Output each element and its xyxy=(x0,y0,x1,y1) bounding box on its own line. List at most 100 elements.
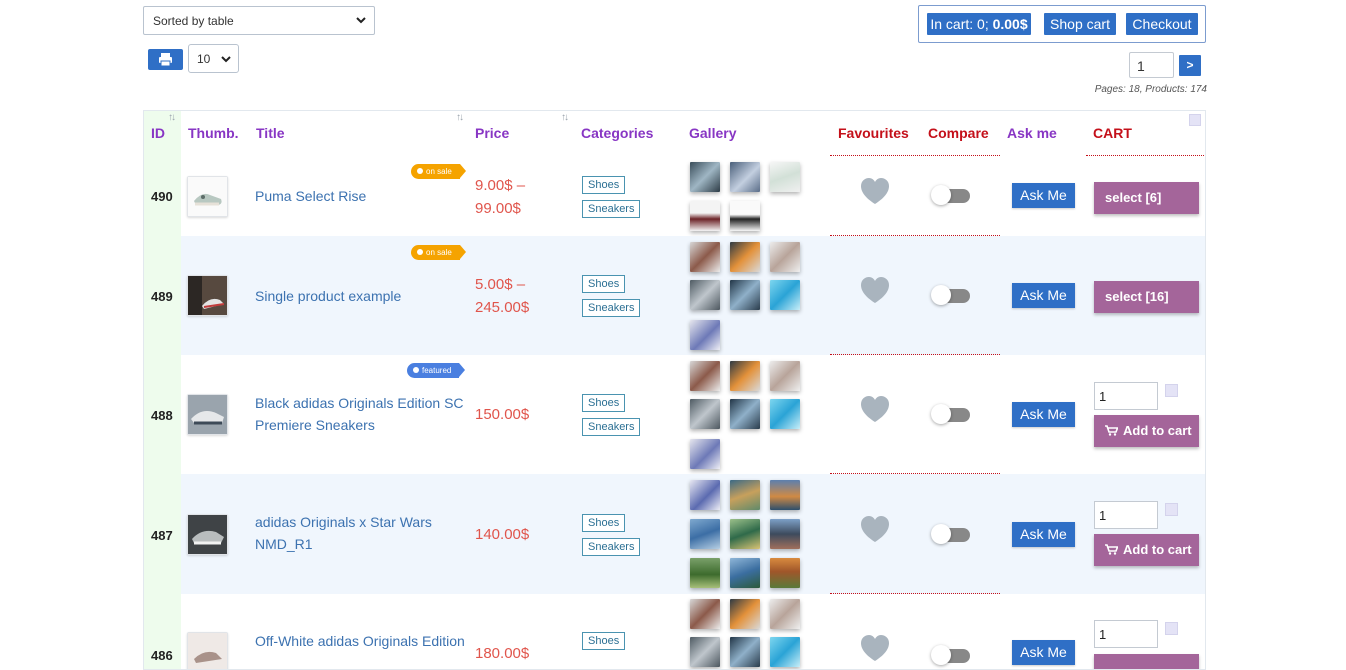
add-to-cart-button[interactable] xyxy=(1094,654,1199,669)
gallery-image[interactable] xyxy=(730,399,760,429)
product-thumbnail[interactable] xyxy=(187,632,228,669)
add-to-cart-button[interactable]: Add to cart xyxy=(1094,534,1199,566)
select-options-button[interactable]: select [6] xyxy=(1094,182,1199,214)
product-thumbnail[interactable] xyxy=(187,394,228,435)
product-thumbnail[interactable] xyxy=(187,176,228,217)
product-thumbnail[interactable] xyxy=(187,275,228,316)
category-tag[interactable]: Shoes xyxy=(582,632,626,650)
row-checkbox[interactable] xyxy=(1165,503,1178,516)
category-tag[interactable]: Shoes xyxy=(582,514,626,532)
category-tag[interactable]: Shoes xyxy=(582,394,626,412)
gallery-image[interactable] xyxy=(690,480,720,510)
sort-arrows-icon[interactable]: ↑↓ xyxy=(561,112,569,123)
product-thumbnail[interactable] xyxy=(187,514,228,555)
compare-toggle[interactable] xyxy=(931,285,970,305)
compare-toggle[interactable] xyxy=(931,185,970,205)
in-cart-label: In cart: 0; xyxy=(930,16,989,32)
gallery-image[interactable] xyxy=(770,361,800,391)
product-title-link[interactable]: adidas Originals x Star Wars NMD_R1 xyxy=(255,511,465,555)
gallery-image[interactable] xyxy=(690,439,720,469)
product-title-link[interactable]: Puma Select Rise xyxy=(255,185,465,207)
ask-me-button[interactable]: Ask Me xyxy=(1012,183,1075,208)
gallery-image[interactable] xyxy=(690,637,720,667)
gallery-image[interactable] xyxy=(770,162,800,192)
sort-arrows-icon[interactable]: ↑↓ xyxy=(456,112,464,123)
gallery-image[interactable] xyxy=(690,399,720,429)
header-id[interactable]: ID xyxy=(151,125,165,141)
category-tag[interactable]: Sneakers xyxy=(582,200,641,218)
gallery-image[interactable] xyxy=(770,280,800,310)
gallery-image[interactable] xyxy=(690,280,720,310)
compare-toggle[interactable] xyxy=(931,645,970,665)
sort-arrows-icon[interactable]: ↑↓ xyxy=(168,112,176,123)
gallery-image[interactable] xyxy=(770,399,800,429)
heart-icon[interactable] xyxy=(860,177,890,205)
gallery-image[interactable] xyxy=(730,280,760,310)
gallery-image[interactable] xyxy=(730,519,760,549)
gallery-image[interactable] xyxy=(690,242,720,272)
product-price: 9.00$ – 99.00$ xyxy=(475,177,526,217)
gallery-image[interactable] xyxy=(770,558,800,588)
heart-icon[interactable] xyxy=(860,515,890,543)
in-cart-button[interactable]: In cart: 0; 0.00$ xyxy=(927,13,1031,35)
product-title-link[interactable]: Off-White adidas Originals Edition xyxy=(255,630,465,652)
page-go-button[interactable]: > xyxy=(1179,55,1201,76)
gallery-image[interactable] xyxy=(730,599,760,629)
ask-me-button[interactable]: Ask Me xyxy=(1012,402,1075,427)
header-categories: Categories xyxy=(581,125,654,141)
select-all-checkbox[interactable] xyxy=(1189,114,1201,126)
heart-icon[interactable] xyxy=(860,276,890,304)
gallery-image[interactable] xyxy=(770,242,800,272)
gallery-image[interactable] xyxy=(730,242,760,272)
category-tag[interactable]: Sneakers xyxy=(582,299,641,317)
gallery-image[interactable] xyxy=(690,201,720,231)
quantity-input[interactable]: 1 xyxy=(1094,382,1158,410)
heart-icon[interactable] xyxy=(860,395,890,423)
gallery-image[interactable] xyxy=(770,599,800,629)
gallery-image[interactable] xyxy=(730,162,760,192)
category-tag[interactable]: Sneakers xyxy=(582,418,641,436)
gallery-image[interactable] xyxy=(730,201,760,231)
gallery-image[interactable] xyxy=(770,519,800,549)
ask-me-button[interactable]: Ask Me xyxy=(1012,522,1075,547)
sort-select[interactable]: Sorted by table xyxy=(143,6,375,35)
header-thumb: Thumb. xyxy=(188,125,239,141)
page-number-input[interactable]: 1 xyxy=(1129,52,1174,78)
gallery-image[interactable] xyxy=(770,480,800,510)
ask-me-button[interactable]: Ask Me xyxy=(1012,640,1075,665)
printer-icon xyxy=(159,53,172,67)
row-checkbox[interactable] xyxy=(1165,384,1178,397)
header-price[interactable]: Price xyxy=(475,125,509,141)
ask-me-button[interactable]: Ask Me xyxy=(1012,283,1075,308)
shop-cart-button[interactable]: Shop cart xyxy=(1044,13,1116,35)
category-tag[interactable]: Sneakers xyxy=(582,538,641,556)
per-page-select[interactable]: 10 xyxy=(188,44,239,73)
header-title[interactable]: Title xyxy=(256,125,285,141)
quantity-input[interactable]: 1 xyxy=(1094,501,1158,529)
compare-toggle[interactable] xyxy=(931,404,970,424)
add-to-cart-button[interactable]: Add to cart xyxy=(1094,415,1199,447)
category-tag[interactable]: Shoes xyxy=(582,176,626,194)
gallery-image[interactable] xyxy=(690,519,720,549)
checkout-button[interactable]: Checkout xyxy=(1126,13,1198,35)
gallery-image[interactable] xyxy=(770,637,800,667)
heart-icon[interactable] xyxy=(860,634,890,662)
product-title-link[interactable]: Black adidas Originals Edition SC Premie… xyxy=(255,392,465,436)
gallery-image[interactable] xyxy=(730,361,760,391)
gallery-image[interactable] xyxy=(730,480,760,510)
category-tag[interactable]: Shoes xyxy=(582,275,626,293)
compare-toggle[interactable] xyxy=(931,524,970,544)
gallery-image[interactable] xyxy=(690,320,720,350)
select-options-button[interactable]: select [16] xyxy=(1094,281,1199,313)
gallery-image[interactable] xyxy=(690,599,720,629)
gallery-image[interactable] xyxy=(690,162,720,192)
gallery-image[interactable] xyxy=(730,558,760,588)
product-title-link[interactable]: Single product example xyxy=(255,285,465,307)
quantity-input[interactable]: 1 xyxy=(1094,620,1158,648)
print-button[interactable] xyxy=(148,49,183,70)
product-id: 488 xyxy=(151,408,173,423)
gallery-image[interactable] xyxy=(690,558,720,588)
gallery-image[interactable] xyxy=(730,637,760,667)
row-checkbox[interactable] xyxy=(1165,622,1178,635)
gallery-image[interactable] xyxy=(690,361,720,391)
